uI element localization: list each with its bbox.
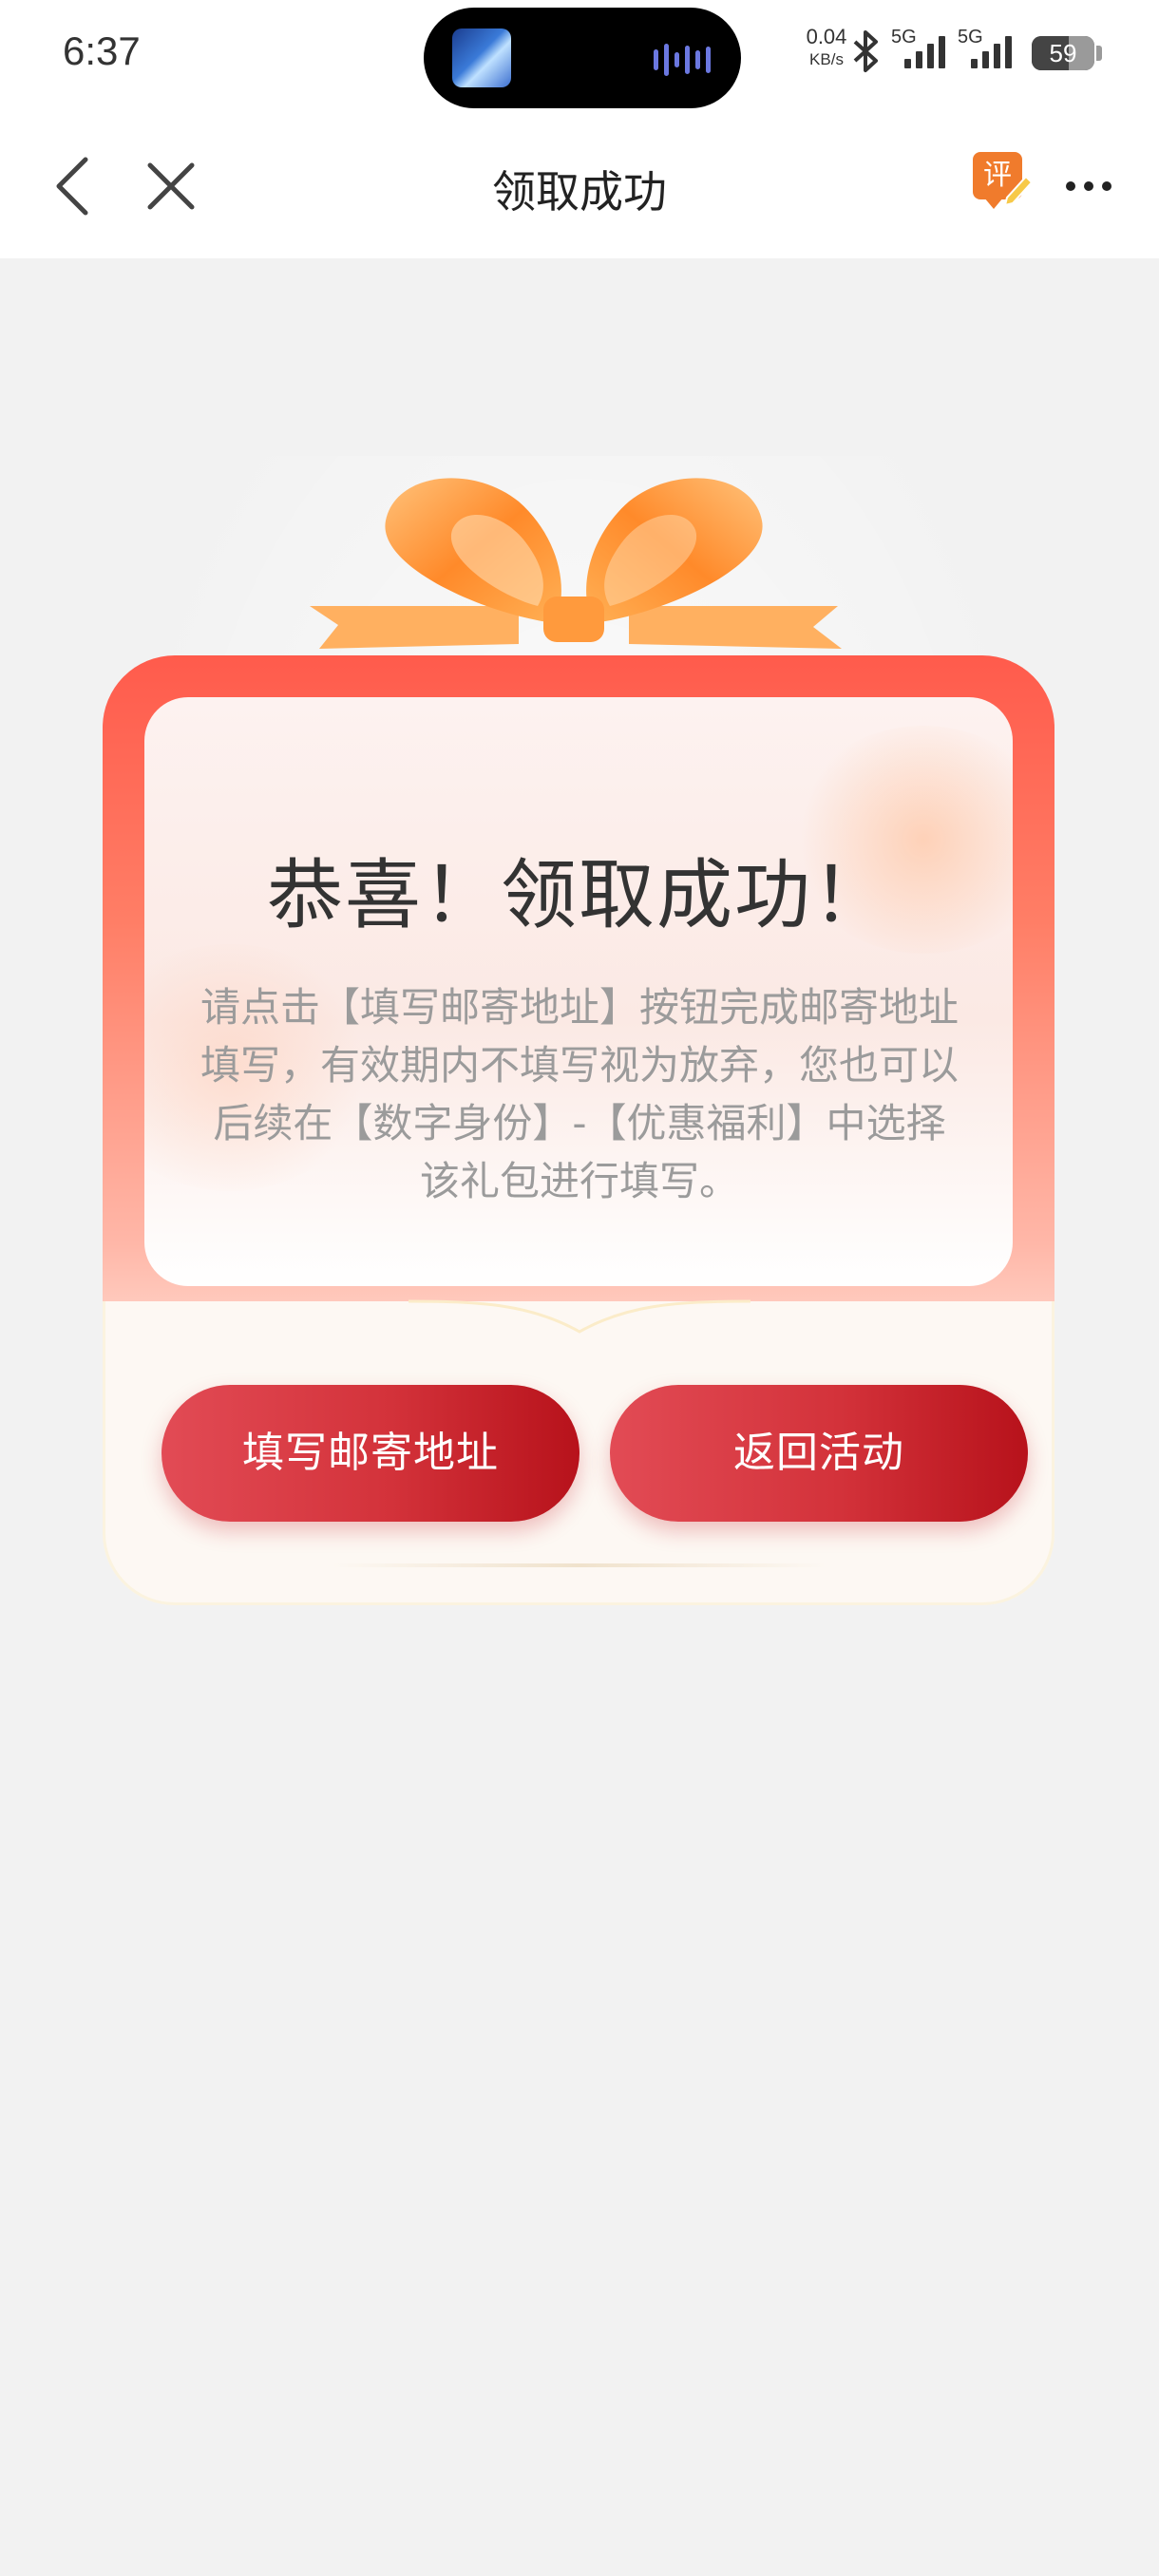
more-icon[interactable]: [1062, 163, 1115, 209]
battery-tip: [1096, 46, 1102, 61]
signal-icon-2: 5G: [958, 27, 1016, 72]
success-description: 请点击【填写邮寄地址】按钮完成邮寄地址填写，有效期内不填写视为放弃，您也可以后续…: [200, 984, 959, 1204]
review-icon[interactable]: 评: [973, 152, 1034, 215]
back-to-activity-button[interactable]: 返回活动: [610, 1385, 1028, 1522]
fill-address-button[interactable]: 填写邮寄地址: [162, 1385, 580, 1522]
card-notch: [408, 1299, 750, 1339]
nav-bar: 领取成功 评: [0, 114, 1159, 258]
pencil-icon: [1003, 175, 1034, 207]
success-title: 恭喜！领取成功！: [267, 851, 890, 939]
ribbon-bow-icon: [310, 478, 842, 649]
media-thumbnail[interactable]: [452, 28, 511, 87]
bluetooth-icon: [853, 30, 878, 72]
signal-icon-1: 5G: [891, 27, 950, 72]
battery-level: 59: [1049, 39, 1077, 67]
dynamic-island[interactable]: [424, 8, 741, 108]
audio-wave-icon: [654, 44, 711, 76]
status-bar: 6:37 0.04 KB/s 5G 5G 59: [0, 0, 1159, 114]
network-speed: 0.04 KB/s: [798, 25, 855, 68]
status-time: 6:37: [63, 28, 141, 73]
network-speed-unit: KB/s: [809, 50, 844, 68]
decorative-line: [332, 1563, 826, 1567]
network-speed-value: 0.04: [806, 25, 847, 48]
battery-icon: 59: [1032, 36, 1094, 70]
